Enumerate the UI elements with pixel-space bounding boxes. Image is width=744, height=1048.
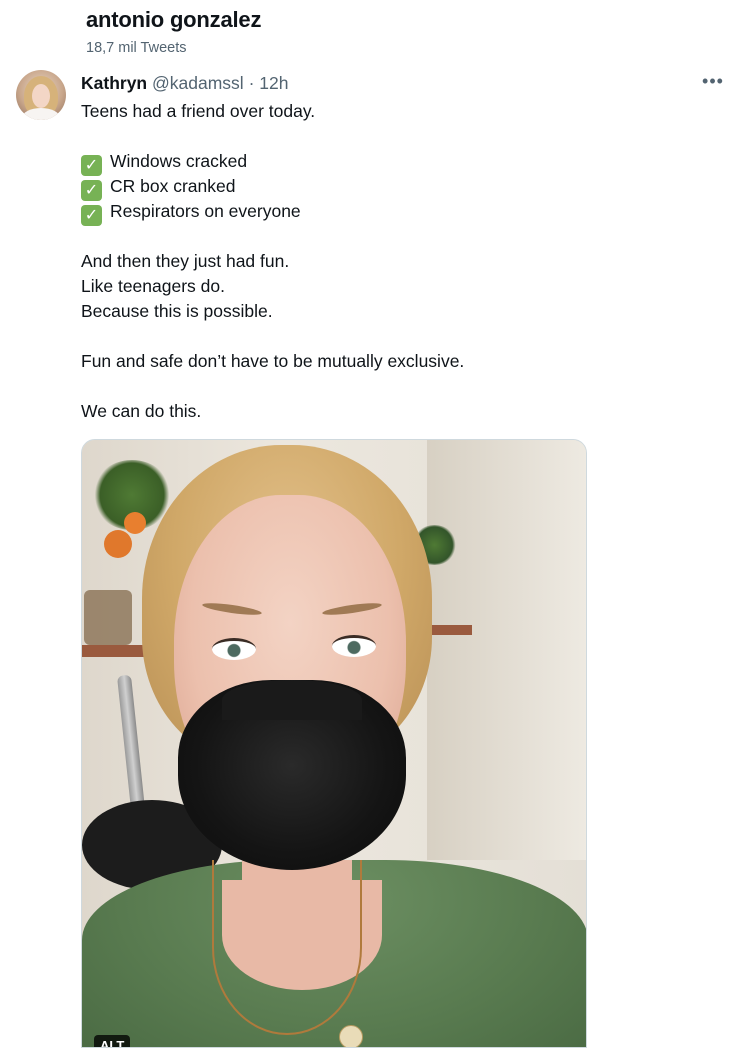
meta-separator: · (248, 73, 255, 93)
tweet[interactable]: Kathryn @kadamssl · 12h ••• Teens had a … (0, 68, 744, 1048)
profile-name: antonio gonzalez (86, 7, 262, 32)
profile-header: antonio gonzalez 18,7 mil Tweets (0, 0, 744, 68)
check-mark-icon: ✓ (81, 205, 102, 226)
photo-orange (104, 530, 132, 558)
tweet-line: Like teenagers do. (81, 276, 225, 296)
checklist-item-text: Windows cracked (110, 151, 248, 171)
tweet-line: Fun and safe don’t have to be mutually e… (81, 351, 465, 371)
tweet-meta: Kathryn @kadamssl · 12h (81, 72, 288, 94)
checklist-item-text: Respirators on everyone (110, 201, 301, 221)
photo-orange (124, 512, 146, 534)
tweet-line: We can do this. (81, 401, 202, 421)
photo-respirator-mask-top (222, 680, 362, 720)
avatar[interactable] (16, 70, 66, 120)
photo-necklace (212, 860, 362, 1035)
check-mark-icon: ✓ (81, 180, 102, 201)
photo-jar (84, 590, 132, 645)
checklist-item: ✓ Respirators on everyone (81, 199, 681, 226)
author-name[interactable]: Kathryn (81, 73, 147, 93)
photo-eye (332, 635, 376, 657)
checklist-item: ✓ CR box cranked (81, 174, 681, 201)
profile-tweet-count: 18,7 mil Tweets (86, 40, 187, 56)
tweet-line: Because this is possible. (81, 301, 273, 321)
more-icon[interactable]: ••• (700, 70, 726, 96)
checklist-item-text: CR box cranked (110, 176, 236, 196)
tweet-time[interactable]: 12h (259, 73, 288, 93)
photo-pendant (339, 1025, 363, 1047)
photo-eye (212, 638, 256, 660)
avatar-face (32, 84, 50, 108)
check-mark-icon: ✓ (81, 155, 102, 176)
author-handle[interactable]: @kadamssl (152, 73, 244, 93)
checklist-item: ✓ Windows cracked (81, 149, 681, 176)
tweet-photo[interactable]: ALT (81, 439, 587, 1048)
tweet-line: Teens had a friend over today. (81, 101, 316, 121)
tweet-text: Teens had a friend over today. ✓ Windows … (81, 99, 681, 424)
photo-window (427, 440, 586, 860)
tweet-line: And then they just had fun. (81, 251, 290, 271)
alt-text-badge[interactable]: ALT (94, 1035, 131, 1047)
